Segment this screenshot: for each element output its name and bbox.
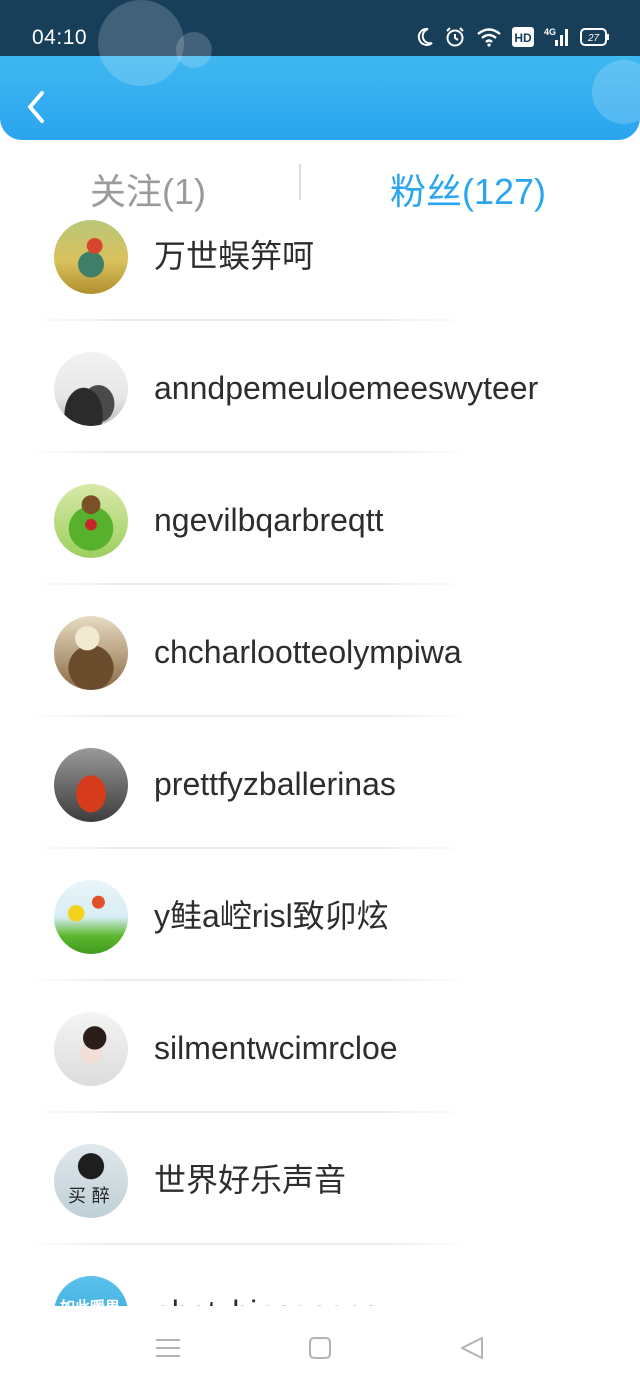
app-header: 04:10 HD 4G 27 [0,0,640,140]
divider [26,1243,470,1245]
menu-icon [156,1339,180,1357]
divider [26,847,470,849]
divider [26,451,470,453]
user-name: anndpemeuloemeeswyteer [154,370,539,406]
avatar [54,484,128,558]
user-name: abatxbinogacne [154,1290,380,1306]
svg-text:HD: HD [514,31,532,45]
signal-4g-icon: 4G [544,26,570,48]
user-name: ngevilbqarbreqtt [154,502,384,538]
menu-button[interactable] [148,1328,188,1368]
list-item[interactable]: prettfyzballerinas [0,718,640,849]
back-button[interactable] [20,88,54,128]
home-button[interactable] [300,1328,340,1368]
alarm-icon [444,26,466,48]
list-item[interactable]: silmentwcimrcloe [0,982,640,1113]
user-name: 万世蜈笄呵 [154,238,315,274]
user-name: 世界好乐声音 [154,1162,347,1198]
avatar-caption: 买 醉 [68,1186,110,1207]
list-item[interactable]: anndpemeuloemeeswyteer [0,322,640,453]
wifi-icon [476,27,502,47]
back-triangle-icon [461,1337,483,1359]
avatar [54,616,128,690]
system-nav-bar [0,1306,640,1387]
user-name: y鲑a崆risl致卯炫 [154,898,389,934]
svg-text:4G: 4G [544,27,556,37]
hd-icon: HD [512,27,534,47]
avatar [54,220,128,294]
divider [26,1111,470,1113]
fans-list: 万世蜈笄呵 anndpemeuloemeeswyteer ngevilbqarb… [0,190,640,1306]
divider [26,319,470,321]
list-item[interactable]: 万世蜈笄呵 [0,190,640,321]
user-name: silmentwcimrcloe [154,1030,398,1066]
back-nav-button[interactable] [452,1328,492,1368]
decor-bubble [176,32,212,68]
list-item[interactable]: ngevilbqarbreqtt [0,454,640,585]
avatar [54,352,128,426]
svg-text:27: 27 [587,33,600,44]
divider [26,715,470,717]
avatar: 如此暖男 [54,1276,128,1306]
list-item[interactable]: y鲑a崆risl致卯炫 [0,850,640,981]
status-icons: HD 4G 27 [416,26,610,48]
avatar [54,880,128,954]
status-time: 04:10 [32,26,88,49]
avatar: 买 醉 [54,1144,128,1218]
moon-icon [416,27,434,47]
avatar-caption: 如此暖男 [60,1296,120,1306]
battery-icon: 27 [580,28,610,46]
avatar [54,748,128,822]
list-item[interactable]: 如此暖男 abatxbinogacne [0,1246,640,1306]
list-item[interactable]: 买 醉 世界好乐声音 [0,1114,640,1245]
user-name: prettfyzballerinas [154,766,396,802]
chevron-left-icon [28,91,44,123]
home-square-icon [309,1337,331,1359]
avatar [54,1012,128,1086]
user-name: chcharlootteolympiwa [154,634,462,670]
divider [26,979,470,981]
decor-bubble [98,0,184,86]
list-item[interactable]: chcharlootteolympiwa [0,586,640,717]
decor-bubble [592,60,640,124]
divider [26,583,470,585]
